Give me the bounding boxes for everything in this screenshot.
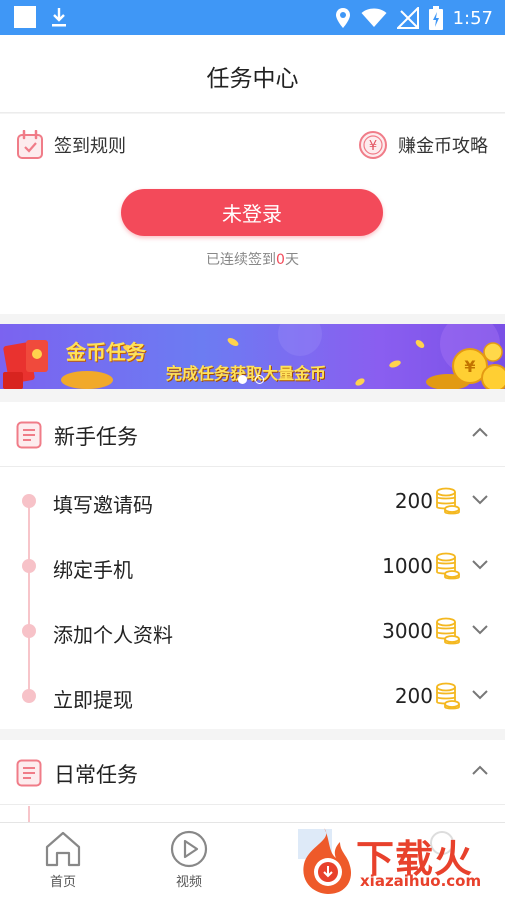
coin-stack-icon bbox=[436, 617, 460, 645]
task-timeline bbox=[28, 806, 30, 822]
chevron-up-icon[interactable] bbox=[471, 426, 489, 438]
coin-guide-link[interactable]: ¥ 赚金币攻略 bbox=[358, 130, 488, 160]
coin-stack-icon bbox=[436, 552, 460, 580]
sign-rule-link[interactable]: 签到规则 bbox=[16, 130, 126, 160]
play-icon bbox=[170, 830, 208, 868]
timeline-dot bbox=[22, 559, 36, 573]
download-icon bbox=[52, 8, 66, 27]
chevron-down-icon[interactable] bbox=[471, 494, 489, 506]
task-list-icon bbox=[16, 759, 42, 787]
yen-coin-icon: ¥ bbox=[359, 131, 387, 159]
task-row-bind-phone[interactable]: 绑定手机 1000 bbox=[0, 532, 505, 597]
svg-text:¥: ¥ bbox=[369, 139, 377, 154]
timeline-dot bbox=[22, 494, 36, 508]
nav-label: 首页 bbox=[49, 875, 76, 890]
task-coins: 1000 bbox=[382, 554, 433, 578]
nav-item-home[interactable]: 首页 bbox=[28, 829, 98, 890]
coin-guide-label: 赚金币攻略 bbox=[398, 136, 488, 157]
coin-pile-icon: ¥ bbox=[426, 342, 505, 389]
chevron-down-icon[interactable] bbox=[471, 559, 489, 571]
fire-logo-icon bbox=[303, 828, 352, 894]
banner-dot[interactable] bbox=[238, 375, 247, 384]
watermark-url: xiazaihuo.com bbox=[360, 872, 482, 890]
streak-prefix: 已连续签到 bbox=[206, 252, 277, 268]
header: 任务中心 bbox=[0, 35, 505, 113]
streak-suffix: 天 bbox=[284, 252, 299, 268]
status-bar: 1:57 bbox=[0, 0, 505, 35]
banner-title: 金币任务 bbox=[66, 340, 146, 364]
notification-square-icon bbox=[14, 6, 36, 28]
calendar-icon bbox=[17, 130, 43, 159]
task-coins: 200 bbox=[394, 489, 433, 513]
location-icon bbox=[335, 8, 350, 28]
home-icon bbox=[45, 831, 81, 867]
daily-task-title: 日常任务 bbox=[54, 763, 138, 787]
task-row-withdraw[interactable]: 立即提现 200 bbox=[0, 662, 505, 727]
sign-rule-label: 签到规则 bbox=[54, 136, 126, 157]
chevron-up-icon[interactable] bbox=[471, 764, 489, 776]
daily-task-card: 日常任务 bbox=[0, 740, 505, 822]
coin-stack-icon bbox=[436, 682, 460, 710]
task-list-icon bbox=[16, 421, 42, 449]
status-time: 1:57 bbox=[452, 7, 493, 29]
task-coins: 3000 bbox=[382, 619, 433, 643]
watermark: 下载火 xiazaihuo.com bbox=[300, 826, 505, 897]
timeline-dot bbox=[22, 689, 36, 703]
newbie-task-card: 新手任务 填写邀请码 200 绑定手机 1000 添加个人资料 3000 立即提… bbox=[0, 402, 505, 729]
nav-item-video[interactable]: 视频 bbox=[154, 829, 224, 890]
timeline-dot bbox=[22, 624, 36, 638]
newbie-task-header[interactable]: 新手任务 bbox=[0, 402, 505, 467]
wifi-icon bbox=[361, 8, 387, 27]
newbie-task-title: 新手任务 bbox=[54, 425, 138, 449]
battery-icon bbox=[428, 6, 443, 30]
newbie-task-list: 填写邀请码 200 绑定手机 1000 添加个人资料 3000 立即提现 200 bbox=[0, 467, 505, 727]
task-name: 绑定手机 bbox=[53, 558, 133, 582]
task-coins: 200 bbox=[394, 684, 433, 708]
daily-task-header[interactable]: 日常任务 bbox=[0, 740, 505, 805]
streak-days: 0 bbox=[276, 252, 285, 268]
sign-in-section: 签到规则 ¥ 赚金币攻略 未登录 已连续签到0天 bbox=[0, 114, 505, 314]
coin-stack-icon bbox=[436, 487, 460, 515]
no-signal-icon bbox=[396, 7, 419, 29]
red-envelope-icon bbox=[3, 340, 48, 389]
task-name: 立即提现 bbox=[53, 688, 133, 712]
chevron-down-icon[interactable] bbox=[471, 624, 489, 636]
task-row-invite-code[interactable]: 填写邀请码 200 bbox=[0, 467, 505, 532]
task-name: 填写邀请码 bbox=[53, 493, 153, 517]
task-row-profile[interactable]: 添加个人资料 3000 bbox=[0, 597, 505, 662]
banner-pagination bbox=[238, 375, 264, 384]
sign-streak: 已连续签到0天 bbox=[0, 249, 505, 269]
login-button[interactable]: 未登录 bbox=[121, 189, 383, 236]
page-title: 任务中心 bbox=[206, 66, 299, 92]
svg-text:¥: ¥ bbox=[464, 357, 475, 376]
nav-label: 视频 bbox=[175, 875, 202, 890]
banner-dot[interactable] bbox=[255, 375, 264, 384]
task-name: 添加个人资料 bbox=[53, 623, 173, 647]
chevron-down-icon[interactable] bbox=[471, 689, 489, 701]
